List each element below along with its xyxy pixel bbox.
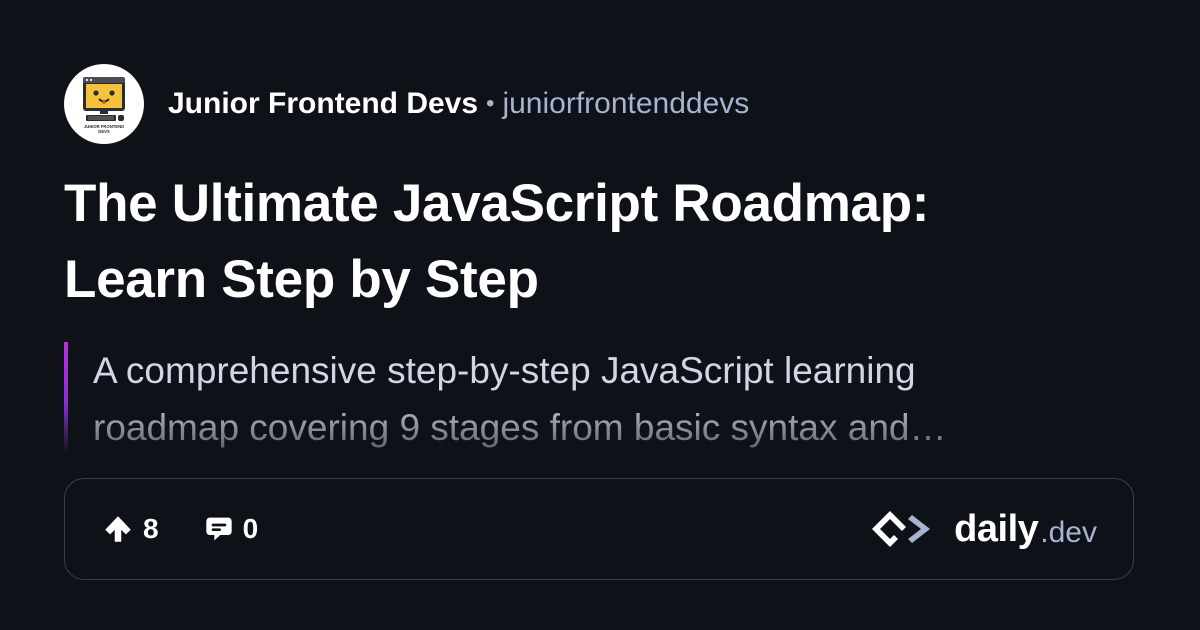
upvote-button[interactable]: 8 (101, 512, 159, 546)
summary-accent-bar (64, 342, 68, 454)
post-title[interactable]: The Ultimate JavaScript Roadmap: Learn S… (64, 166, 1144, 318)
post-title-line-1: The Ultimate JavaScript Roadmap: (64, 174, 930, 233)
avatar-caption-line2: DEVS (98, 129, 110, 134)
post-summary: A comprehensive step-by-step JavaScript … (64, 342, 1144, 454)
comment-count: 0 (242, 513, 259, 544)
comments-button[interactable]: 0 (203, 513, 259, 545)
post-stats-card: 8 0 daily .dev (64, 478, 1134, 580)
summary-line-2: roadmap covering 9 stages from basic syn… (93, 407, 947, 448)
source-header: JUNIOR FRONTEND DEVS Junior Frontend Dev… (64, 64, 749, 144)
source-name[interactable]: Junior Frontend Devs (168, 87, 478, 121)
brand-suffix: .dev (1040, 516, 1097, 549)
post-title-line-2: Learn Step by Step (64, 250, 539, 309)
daily-dev-mark-icon (872, 511, 931, 547)
upvote-arrow-icon (105, 516, 131, 542)
brand-name: daily (954, 507, 1039, 550)
monitor-mascot-icon: JUNIOR FRONTEND DEVS (83, 77, 125, 134)
summary-line-1: A comprehensive step-by-step JavaScript … (93, 350, 916, 391)
comment-bubble-icon (205, 517, 232, 541)
source-separator: • (486, 90, 495, 117)
source-handle[interactable]: juniorfrontenddevs (502, 87, 749, 121)
source-avatar[interactable]: JUNIOR FRONTEND DEVS (64, 64, 144, 144)
daily-dev-logo[interactable]: daily .dev (870, 479, 1097, 579)
summary-text: A comprehensive step-by-step JavaScript … (93, 342, 1133, 454)
upvote-count: 8 (143, 513, 159, 544)
